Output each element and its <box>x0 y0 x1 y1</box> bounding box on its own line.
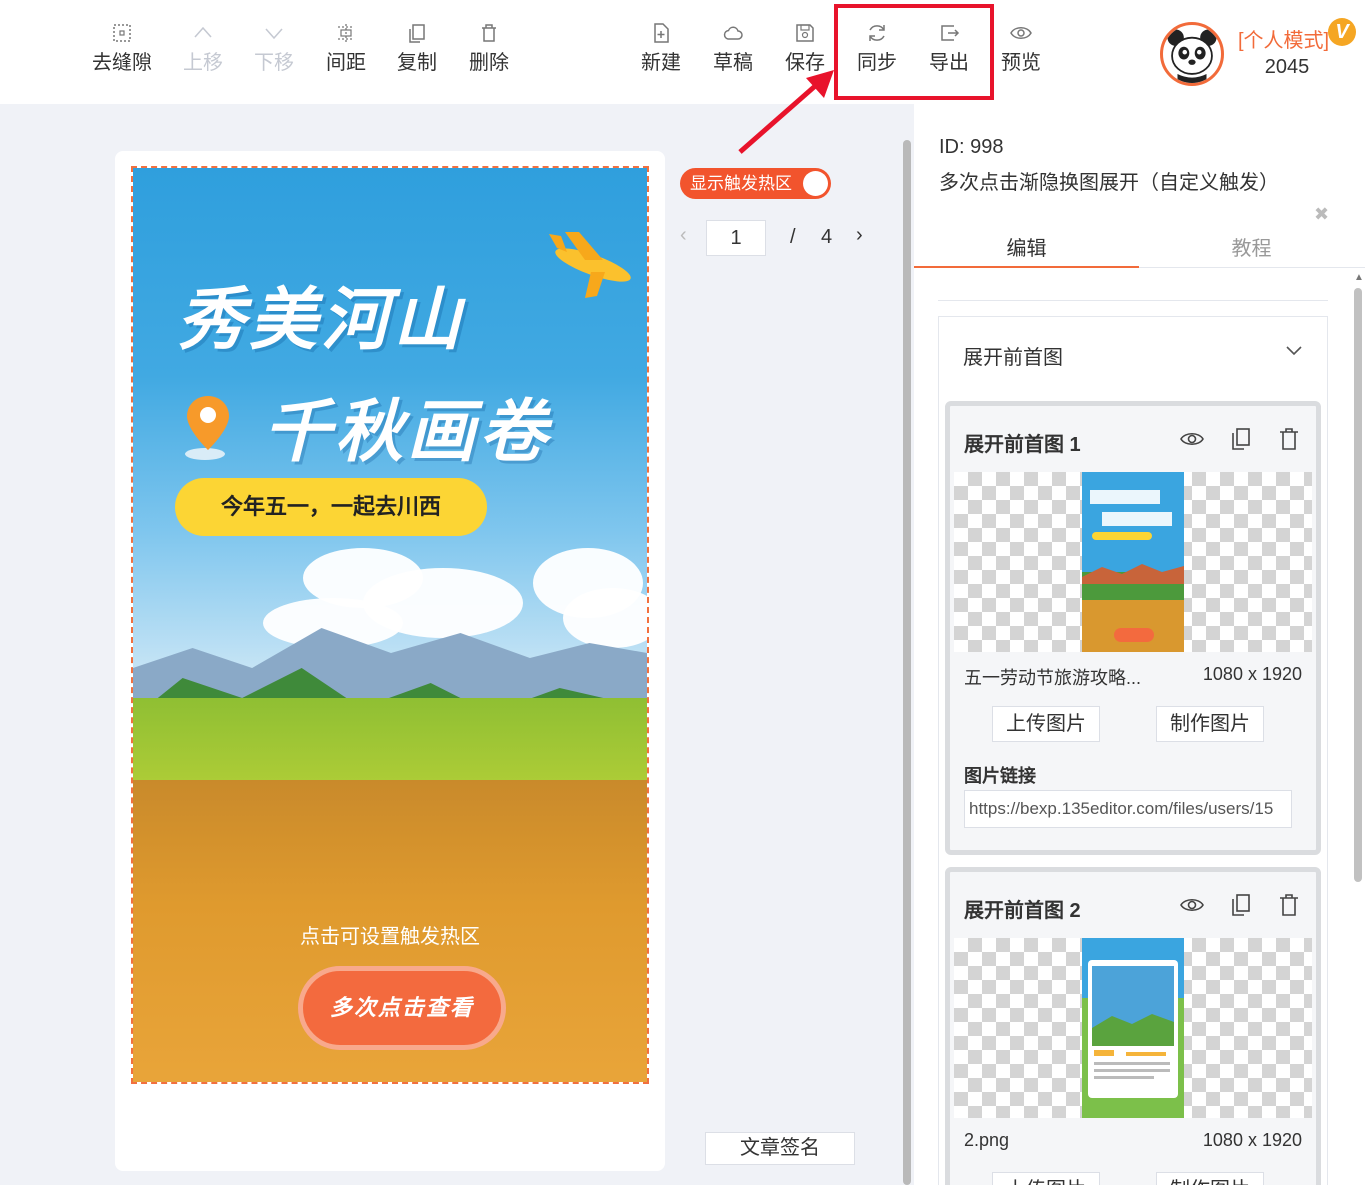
panel-scrollbar-thumb[interactable] <box>1354 288 1362 882</box>
tab-edit[interactable]: 编辑 <box>914 232 1139 261</box>
airplane-icon <box>549 232 631 298</box>
component-id: ID: 998 <box>939 136 1004 158</box>
toggle-knob <box>803 171 828 196</box>
image-link-input[interactable]: https://bexp.135editor.com/files/users/1… <box>964 790 1292 828</box>
user-mode-label[interactable]: [个人模式] <box>1238 24 1329 53</box>
chevron-down-icon <box>265 28 283 40</box>
panel-scrollbar[interactable]: ▲ <box>1352 272 1364 1185</box>
file-dimensions: 1080 x 1920 <box>1202 1130 1302 1150</box>
card-actions <box>1161 892 1302 923</box>
eye-icon <box>1010 27 1032 39</box>
upload-image-button[interactable]: 上传图片 <box>992 1172 1100 1185</box>
canvas-scrollbar-thumb[interactable] <box>903 140 911 1185</box>
poster-thumbnail-icon <box>1082 938 1184 1118</box>
spacing-icon <box>338 24 354 42</box>
settings-panel: ID: 998 多次点击渐隐换图展开（自定义触发） ✖ 编辑 教程 展开前首图 … <box>914 104 1365 1185</box>
image-card-1: 展开前首图 1 五一劳动节旅游攻略... 1080 x 1920 上传图片 制作… <box>945 401 1321 855</box>
eye-icon[interactable] <box>1179 892 1205 918</box>
panel-tabs: 编辑 教程 <box>914 220 1365 268</box>
page-number-input[interactable]: 1 <box>706 220 766 256</box>
copy-icon[interactable] <box>1228 426 1254 452</box>
chevron-up-icon <box>194 26 212 38</box>
copy-icon[interactable] <box>1228 892 1254 918</box>
image-thumbnail[interactable] <box>1082 472 1184 652</box>
image-preview-area <box>954 938 1312 1118</box>
poster-preview[interactable]: 秀美河山 千秋画卷 今年五一，一起去川西 点击可设置触发热区 多次点击查看 <box>131 166 649 1084</box>
active-tab-indicator <box>914 266 1139 268</box>
trash-icon[interactable] <box>1276 426 1302 452</box>
show-hotzone-toggle[interactable]: 显示触发热区 <box>680 168 831 199</box>
user-score: 2045 <box>1264 56 1310 78</box>
preview-button[interactable]: 预览 <box>985 22 1057 76</box>
move-down-button[interactable]: 下移 <box>238 22 310 76</box>
image-link-label: 图片链接 <box>964 766 1036 786</box>
component-title: 多次点击渐隐换图展开（自定义触发） <box>939 172 1279 194</box>
make-image-button[interactable]: 制作图片 <box>1156 1172 1264 1185</box>
poster-tagline: 今年五一，一起去川西 <box>175 478 487 536</box>
upload-image-button[interactable]: 上传图片 <box>992 706 1100 742</box>
trash-icon <box>482 24 496 42</box>
file-name: 五一劳动节旅游攻略... <box>964 668 1142 688</box>
image-preview-area <box>954 472 1312 652</box>
poster-title-line2: 千秋画卷 <box>263 393 552 472</box>
trash-icon[interactable] <box>1276 892 1302 918</box>
card-actions <box>1161 426 1302 457</box>
delete-button[interactable]: 删除 <box>453 22 525 76</box>
next-page-icon[interactable]: › <box>856 224 863 247</box>
eye-icon[interactable] <box>1179 426 1205 452</box>
copy-icon <box>409 24 425 43</box>
location-pin-icon <box>185 396 229 460</box>
chevron-down-icon[interactable] <box>1285 343 1303 357</box>
image-card-2: 展开前首图 2 2.png 1080 x 1920 <box>945 867 1321 1185</box>
make-image-button[interactable]: 制作图片 <box>1156 706 1264 742</box>
toggle-label: 显示触发热区 <box>690 174 792 193</box>
card-title: 展开前首图 2 <box>964 900 1081 922</box>
before-expand-section: 展开前首图 展开前首图 1 五一劳动节旅游攻略... 1080 x 1920 上… <box>938 316 1328 1185</box>
page-total: 4 <box>821 226 833 248</box>
card-title: 展开前首图 1 <box>964 434 1081 456</box>
poster-thumbnail-icon <box>1082 472 1184 652</box>
section-title[interactable]: 展开前首图 <box>963 341 1063 370</box>
prev-page-icon[interactable]: ‹ <box>680 224 687 247</box>
save-icon <box>796 24 814 42</box>
user-avatar[interactable] <box>1160 22 1224 86</box>
move-up-button[interactable]: 上移 <box>167 22 239 76</box>
panda-avatar-icon <box>1167 29 1217 83</box>
hotzone-hint: 点击可设置触发热区 <box>300 926 480 948</box>
new-button[interactable]: 新建 <box>625 22 697 76</box>
article-signature-button[interactable]: 文章签名 <box>705 1132 855 1165</box>
tab-tutorial[interactable]: 教程 <box>1139 232 1364 261</box>
panel-divider <box>938 300 1328 301</box>
poster-cta-button[interactable]: 多次点击查看 <box>298 966 506 1050</box>
top-toolbar: 去缝隙 上移 下移 间距 复制 删除 新建 草稿 保存 同步 导出 预览 [个人… <box>0 0 1365 154</box>
poster-title-line1: 秀美河山 <box>177 281 466 360</box>
file-name: 2.png <box>964 1130 1010 1150</box>
grid-icon <box>113 24 131 42</box>
copy-button[interactable]: 复制 <box>381 22 453 76</box>
vip-badge-icon: V <box>1328 18 1356 46</box>
page-separator: / <box>790 226 796 248</box>
remove-gaps-button[interactable]: 去缝隙 <box>86 22 158 76</box>
new-file-icon <box>654 23 669 43</box>
canvas-scrollbar[interactable] <box>903 120 911 1185</box>
annotation-arrow-icon <box>738 70 834 154</box>
sync-export-highlight <box>834 4 994 100</box>
cloud-icon <box>723 26 743 40</box>
image-thumbnail[interactable] <box>1082 938 1184 1118</box>
scroll-up-icon[interactable]: ▲ <box>1354 272 1364 283</box>
spacing-button[interactable]: 间距 <box>310 22 382 76</box>
file-dimensions: 1080 x 1920 <box>1202 664 1302 684</box>
